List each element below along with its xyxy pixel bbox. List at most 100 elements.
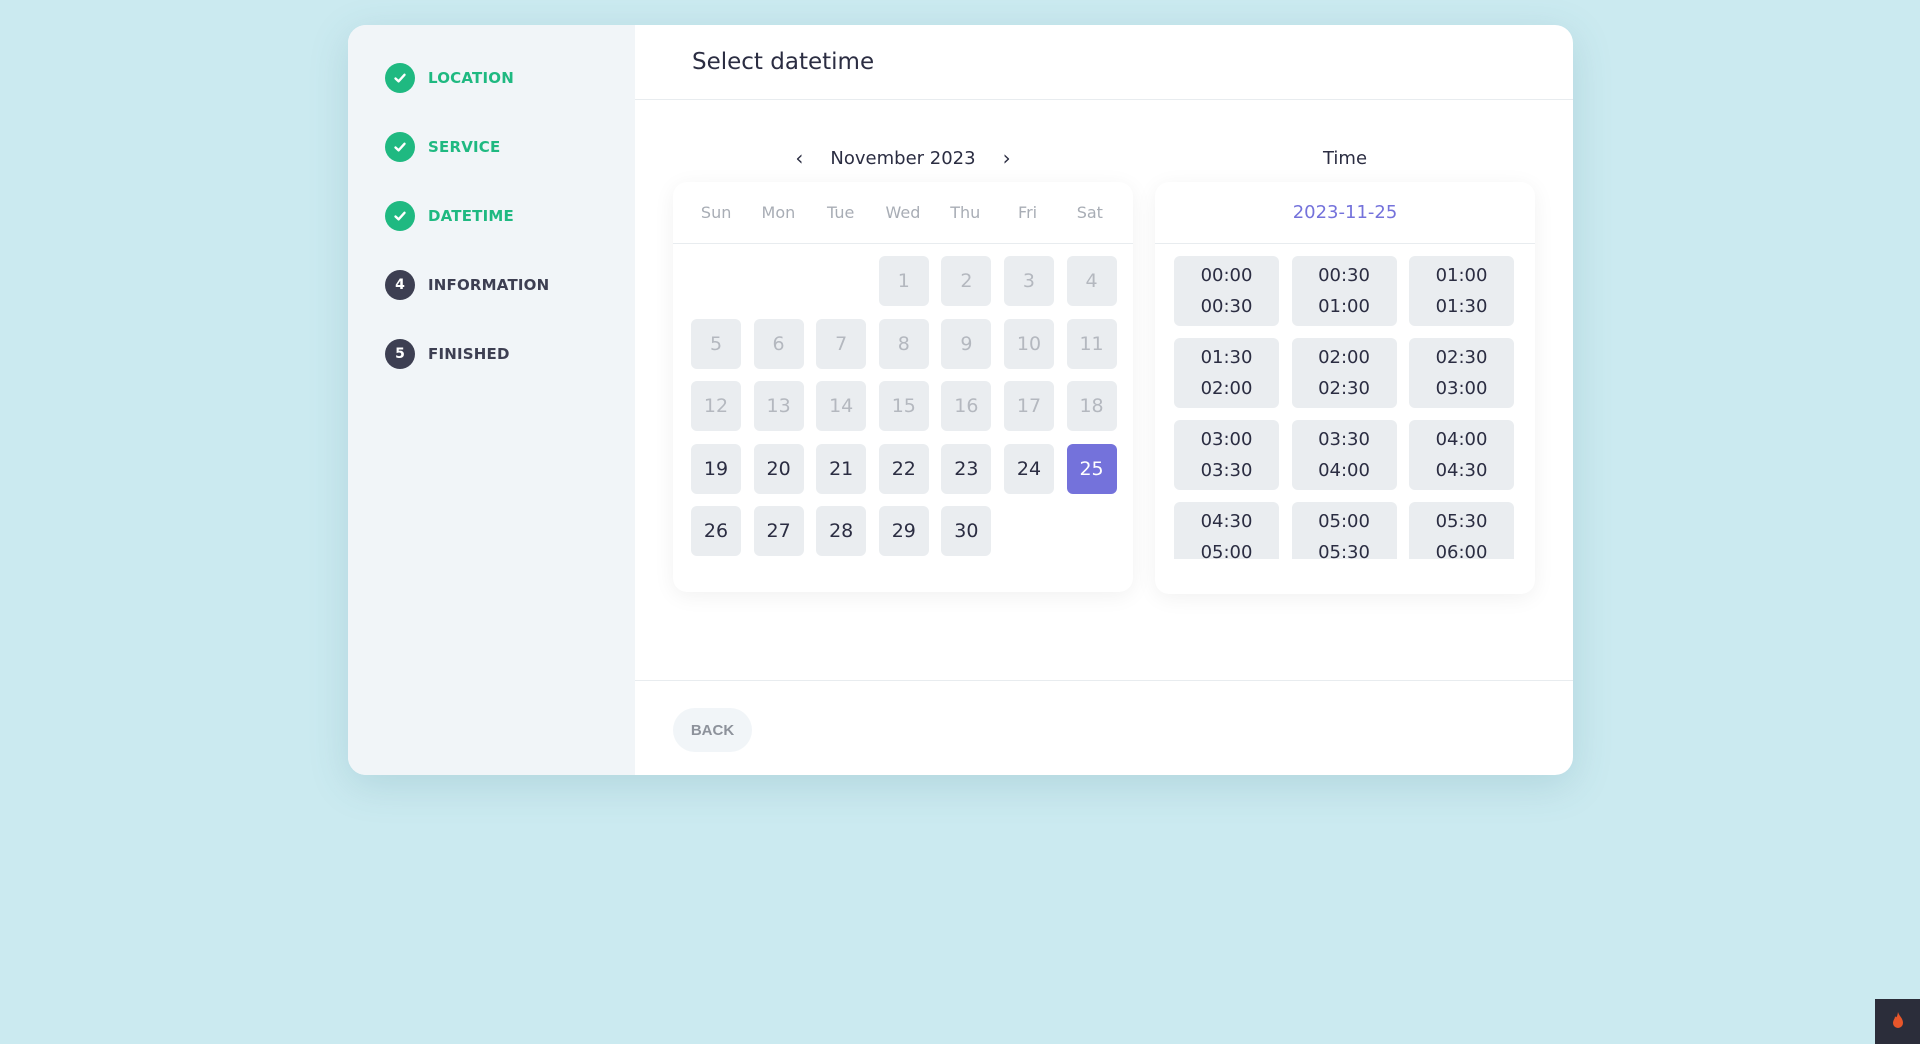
weekday-label: Sun — [700, 203, 732, 222]
calendar-day: 15 — [878, 381, 929, 432]
calendar-day: 10 — [1003, 318, 1054, 369]
time-slot[interactable]: 00:30 01:00 — [1291, 256, 1397, 326]
slot-start: 04:30 — [1200, 511, 1253, 532]
step-service[interactable]: SERVICE — [385, 132, 635, 162]
calendar-day[interactable]: 19 — [691, 443, 741, 494]
month-label: November 2023 — [830, 147, 976, 169]
step-number: 5 — [385, 339, 415, 369]
page-header: Select datetime — [635, 25, 1573, 100]
calendar-days: 1 2 3 4 5 6 7 8 9 10 11 12 13 14 15 16 17 18 19 20 21 22 23 24 2… — [673, 244, 1133, 557]
slot-start: 03:00 — [1200, 429, 1253, 450]
calendar-day[interactable]: 25 — [1066, 443, 1117, 494]
calendar-day: 1 — [878, 256, 929, 306]
calendar-day: 14 — [816, 381, 867, 432]
calendar-day: 4 — [1066, 256, 1117, 306]
time-slot[interactable]: 02:00 02:30 — [1291, 338, 1397, 408]
slot-start: 05:30 — [1435, 511, 1488, 532]
slot-end: 05:00 — [1200, 542, 1253, 559]
slot-start: 00:00 — [1200, 265, 1253, 286]
calendar-blank — [816, 256, 866, 306]
calendar-day: 16 — [941, 381, 992, 432]
calendar-day[interactable]: 27 — [753, 506, 804, 557]
calendar-day: 17 — [1003, 381, 1054, 432]
step-label: INFORMATION — [428, 276, 550, 294]
slot-start: 01:00 — [1435, 265, 1488, 286]
calendar-day: 8 — [878, 318, 929, 369]
slot-end: 04:30 — [1435, 460, 1488, 481]
time-slot[interactable]: 05:30 06:00 — [1409, 502, 1514, 559]
time-slot[interactable]: 00:00 00:30 — [1174, 256, 1279, 326]
slot-end: 01:00 — [1318, 296, 1370, 317]
step-label: DATETIME — [428, 207, 514, 225]
time-slot[interactable]: 01:00 01:30 — [1409, 256, 1514, 326]
slot-start: 00:30 — [1318, 265, 1370, 286]
step-datetime[interactable]: DATETIME — [385, 201, 635, 231]
slot-end: 02:00 — [1200, 378, 1253, 399]
time-slot[interactable]: 05:00 05:30 — [1291, 502, 1397, 559]
calendar-day: 2 — [941, 256, 992, 306]
flame-icon[interactable] — [1875, 999, 1920, 1044]
calendar-day[interactable]: 29 — [878, 506, 929, 557]
slot-start: 05:00 — [1318, 511, 1370, 532]
calendar-day[interactable]: 26 — [691, 506, 741, 557]
time-slot[interactable]: 04:30 05:00 — [1174, 502, 1279, 559]
weekday-label: Sat — [1076, 203, 1103, 222]
time-slot[interactable]: 04:00 04:30 — [1409, 420, 1514, 490]
calendar-day: 12 — [691, 381, 741, 432]
calendar-day[interactable]: 28 — [816, 506, 867, 557]
booking-wizard-card: LOCATION SERVICE DATETIME 4 INFORMATION 5 FINI… — [348, 25, 1573, 775]
step-label: FINISHED — [428, 345, 510, 363]
slot-end: 03:30 — [1200, 460, 1253, 481]
calendar-day[interactable]: 24 — [1003, 443, 1054, 494]
slot-end: 06:00 — [1435, 542, 1488, 559]
chevron-left-icon[interactable]: ‹ — [784, 143, 814, 173]
chevron-right-icon[interactable]: › — [992, 143, 1022, 173]
step-location[interactable]: LOCATION — [385, 63, 635, 93]
time-slot[interactable]: 01:30 02:00 — [1174, 338, 1279, 408]
time-slots[interactable]: 00:00 00:30 00:30 01:00 01:00 01:30 01:30 02:00… — [1155, 244, 1535, 559]
time-slot[interactable]: 03:00 03:30 — [1174, 420, 1279, 490]
calendar-day[interactable]: 22 — [878, 443, 929, 494]
slot-start: 01:30 — [1200, 347, 1253, 368]
slot-end: 04:00 — [1318, 460, 1370, 481]
calendar-day[interactable]: 21 — [816, 443, 867, 494]
weekday-header: Sun Mon Tue Wed Thu Fri Sat — [673, 182, 1133, 244]
calendar-day: 13 — [753, 381, 804, 432]
time-slot[interactable]: 03:30 04:00 — [1291, 420, 1397, 490]
step-information[interactable]: 4 INFORMATION — [385, 270, 635, 300]
calendar-day: 18 — [1066, 381, 1117, 432]
calendar-blank — [691, 256, 741, 306]
time-panel: 2023-11-25 00:00 00:30 00:30 01:00 01:00 01:3… — [1155, 182, 1535, 594]
weekday-label: Thu — [950, 203, 981, 222]
time-slot[interactable]: 02:30 03:00 — [1409, 338, 1514, 408]
weekday-label: Wed — [885, 203, 921, 222]
weekday-label: Tue — [827, 203, 855, 222]
selected-date: 2023-11-25 — [1155, 182, 1535, 244]
calendar-day[interactable]: 23 — [941, 443, 992, 494]
slot-end: 02:30 — [1318, 378, 1370, 399]
step-label: LOCATION — [428, 69, 514, 87]
check-icon — [385, 201, 415, 231]
step-label: SERVICE — [428, 138, 501, 156]
slot-end: 05:30 — [1318, 542, 1370, 559]
calendar-day[interactable]: 30 — [941, 506, 992, 557]
slot-end: 00:30 — [1200, 296, 1253, 317]
check-icon — [385, 63, 415, 93]
check-icon — [385, 132, 415, 162]
slot-start: 03:30 — [1318, 429, 1370, 450]
calendar-nav: ‹ November 2023 › — [673, 140, 1133, 176]
calendar-day: 3 — [1003, 256, 1054, 306]
calendar-blank — [754, 256, 804, 306]
slot-start: 02:00 — [1318, 347, 1370, 368]
step-number: 4 — [385, 270, 415, 300]
back-button[interactable]: BACK — [673, 708, 752, 752]
slot-start: 04:00 — [1435, 429, 1488, 450]
slot-start: 02:30 — [1435, 347, 1488, 368]
calendar-day[interactable]: 20 — [753, 443, 804, 494]
steps-sidebar: LOCATION SERVICE DATETIME 4 INFORMATION 5 FINI… — [348, 25, 635, 775]
weekday-label: Fri — [1018, 203, 1038, 222]
weekday-label: Mon — [761, 203, 796, 222]
step-finished[interactable]: 5 FINISHED — [385, 339, 635, 369]
footer: BACK — [635, 680, 1573, 775]
calendar-day: 7 — [816, 318, 867, 369]
